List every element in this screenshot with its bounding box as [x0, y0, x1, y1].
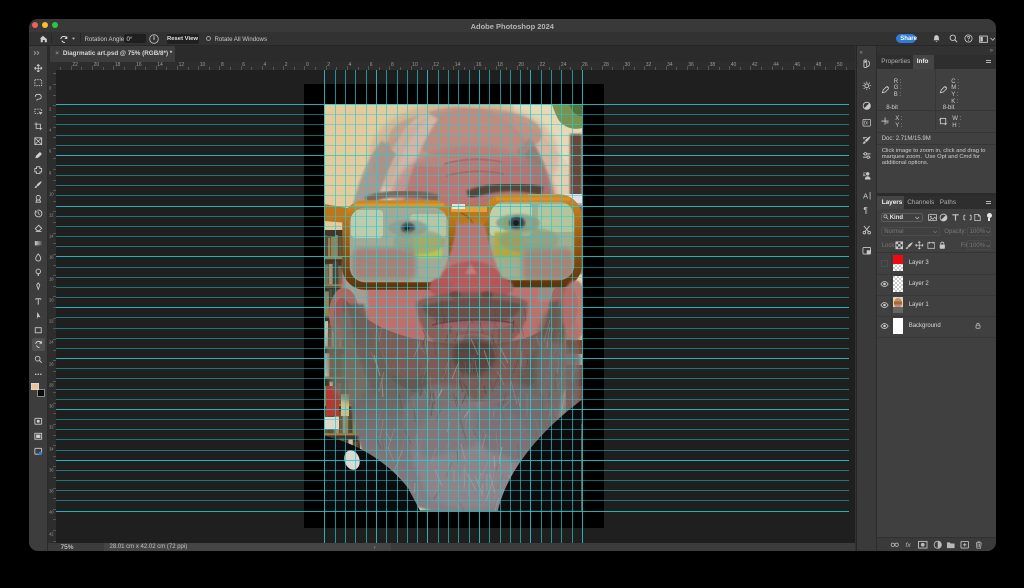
svg-text:¶: ¶: [863, 205, 868, 214]
svg-text:fx: fx: [905, 542, 911, 549]
svg-text:A: A: [863, 192, 869, 201]
svg-text:fx: fx: [864, 121, 868, 127]
